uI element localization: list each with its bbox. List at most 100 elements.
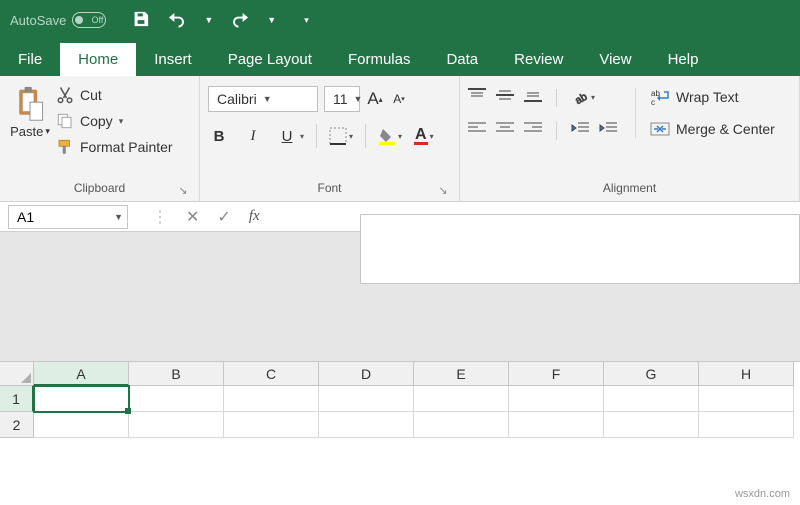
group-label-font: Font ↘: [208, 179, 451, 199]
cell-g1[interactable]: [604, 386, 699, 412]
ribbon-tabs: File Home Insert Page Layout Formulas Da…: [0, 40, 800, 76]
cancel-formula-icon[interactable]: ✕: [186, 207, 199, 227]
column-header-b[interactable]: B: [129, 362, 224, 386]
tab-formulas[interactable]: Formulas: [330, 43, 429, 76]
cell-f1[interactable]: [509, 386, 604, 412]
orientation-button[interactable]: ab▾: [571, 91, 595, 105]
enter-formula-icon[interactable]: ✓: [217, 207, 230, 227]
name-box[interactable]: A1▼: [8, 205, 128, 229]
orientation-icon: ab: [571, 91, 589, 105]
tab-insert[interactable]: Insert: [136, 43, 210, 76]
formula-bar-expanded-area: [0, 232, 800, 362]
cell-h1[interactable]: [699, 386, 794, 412]
undo-icon[interactable]: [168, 10, 186, 31]
merge-center-icon: [650, 120, 670, 138]
cell-h2[interactable]: [699, 412, 794, 438]
underline-button[interactable]: U▾: [276, 125, 304, 147]
cell-e1[interactable]: [414, 386, 509, 412]
autosave-pill: Off: [72, 12, 106, 28]
fill-color-button[interactable]: ▾: [378, 127, 402, 145]
quick-access-toolbar: ▼ ▼ ▾: [132, 10, 308, 31]
font-color-button[interactable]: A ▾: [414, 128, 434, 145]
font-dialog-launcher-icon[interactable]: ↘: [437, 184, 449, 196]
redo-dropdown-icon[interactable]: ▼: [267, 15, 276, 25]
align-right-button[interactable]: [524, 121, 542, 140]
cell-d1[interactable]: [319, 386, 414, 412]
column-header-d[interactable]: D: [319, 362, 414, 386]
format-painter-icon: [56, 138, 74, 156]
bold-button[interactable]: B: [208, 125, 230, 147]
fx-separator-icon: ⋮: [152, 207, 168, 227]
cell-c2[interactable]: [224, 412, 319, 438]
group-clipboard: Paste▾ Cut Copy ▾ Format Painter Cli: [0, 76, 200, 201]
column-header-g[interactable]: G: [604, 362, 699, 386]
clipboard-dialog-launcher-icon[interactable]: ↘: [177, 184, 189, 196]
redo-icon[interactable]: [231, 10, 249, 31]
borders-icon: [329, 127, 347, 145]
tab-page-layout[interactable]: Page Layout: [210, 43, 330, 76]
tab-file[interactable]: File: [0, 43, 60, 76]
tab-help[interactable]: Help: [650, 43, 717, 76]
worksheet-grid[interactable]: A B C D E F G H 1 2: [0, 362, 800, 438]
row-header-1[interactable]: 1: [0, 386, 34, 412]
cell-b2[interactable]: [129, 412, 224, 438]
align-bottom-button[interactable]: [524, 88, 542, 107]
watermark: wsxdn.com: [731, 487, 794, 501]
autosave-label: AutoSave: [10, 13, 66, 28]
grow-font-button[interactable]: A▴: [366, 90, 384, 108]
select-all-corner[interactable]: [0, 362, 34, 386]
qat-customize-icon[interactable]: ▾: [304, 15, 309, 26]
undo-dropdown-icon[interactable]: ▼: [204, 15, 213, 25]
cell-c1[interactable]: [224, 386, 319, 412]
save-icon[interactable]: [132, 10, 150, 31]
font-color-icon: A: [414, 128, 428, 145]
align-left-button[interactable]: [468, 121, 486, 140]
align-top-button[interactable]: [468, 88, 486, 107]
wrap-text-label: Wrap Text: [676, 89, 739, 105]
tab-data[interactable]: Data: [428, 43, 496, 76]
format-painter-button[interactable]: Format Painter: [56, 138, 173, 156]
decrease-indent-button[interactable]: [571, 121, 589, 140]
wrap-text-button[interactable]: abc Wrap Text: [650, 88, 775, 106]
column-header-f[interactable]: F: [509, 362, 604, 386]
svg-text:c: c: [651, 98, 655, 106]
tab-home[interactable]: Home: [60, 43, 136, 76]
ribbon: Paste▾ Cut Copy ▾ Format Painter Cli: [0, 76, 800, 202]
tab-view[interactable]: View: [581, 43, 649, 76]
title-bar: AutoSave Off ▼ ▼ ▾: [0, 0, 800, 40]
group-label-clipboard: Clipboard ↘: [8, 179, 191, 199]
cell-a2[interactable]: [34, 412, 129, 438]
align-middle-button[interactable]: [496, 88, 514, 107]
column-header-e[interactable]: E: [414, 362, 509, 386]
tab-review[interactable]: Review: [496, 43, 581, 76]
cell-d2[interactable]: [319, 412, 414, 438]
shrink-font-button[interactable]: A▾: [390, 90, 408, 108]
paste-icon: [15, 86, 45, 122]
cell-f2[interactable]: [509, 412, 604, 438]
italic-button[interactable]: I: [242, 125, 264, 147]
cut-button[interactable]: Cut: [56, 86, 173, 104]
cell-e2[interactable]: [414, 412, 509, 438]
increase-indent-button[interactable]: [599, 121, 617, 140]
cell-b1[interactable]: [129, 386, 224, 412]
cell-g2[interactable]: [604, 412, 699, 438]
row-header-2[interactable]: 2: [0, 412, 34, 438]
cell-a1[interactable]: [34, 386, 129, 412]
align-center-button[interactable]: [496, 121, 514, 140]
column-header-c[interactable]: C: [224, 362, 319, 386]
copy-button[interactable]: Copy ▾: [56, 112, 173, 130]
column-header-h[interactable]: H: [699, 362, 794, 386]
svg-text:ab: ab: [573, 91, 589, 105]
font-size-combo[interactable]: 11▼: [324, 86, 360, 112]
merge-center-label: Merge & Center: [676, 121, 775, 137]
autosave-toggle[interactable]: AutoSave Off: [10, 12, 106, 28]
borders-button[interactable]: ▾: [329, 127, 353, 145]
column-header-a[interactable]: A: [34, 362, 129, 386]
group-alignment: ab▾ abc Wrap Text Merge &: [460, 76, 800, 201]
formula-input[interactable]: [360, 214, 800, 284]
insert-function-icon[interactable]: fx: [249, 208, 260, 225]
paste-button[interactable]: Paste▾: [8, 80, 52, 139]
cut-icon: [56, 86, 74, 104]
font-name-combo[interactable]: Calibri▼: [208, 86, 318, 112]
merge-center-button[interactable]: Merge & Center: [650, 120, 775, 138]
